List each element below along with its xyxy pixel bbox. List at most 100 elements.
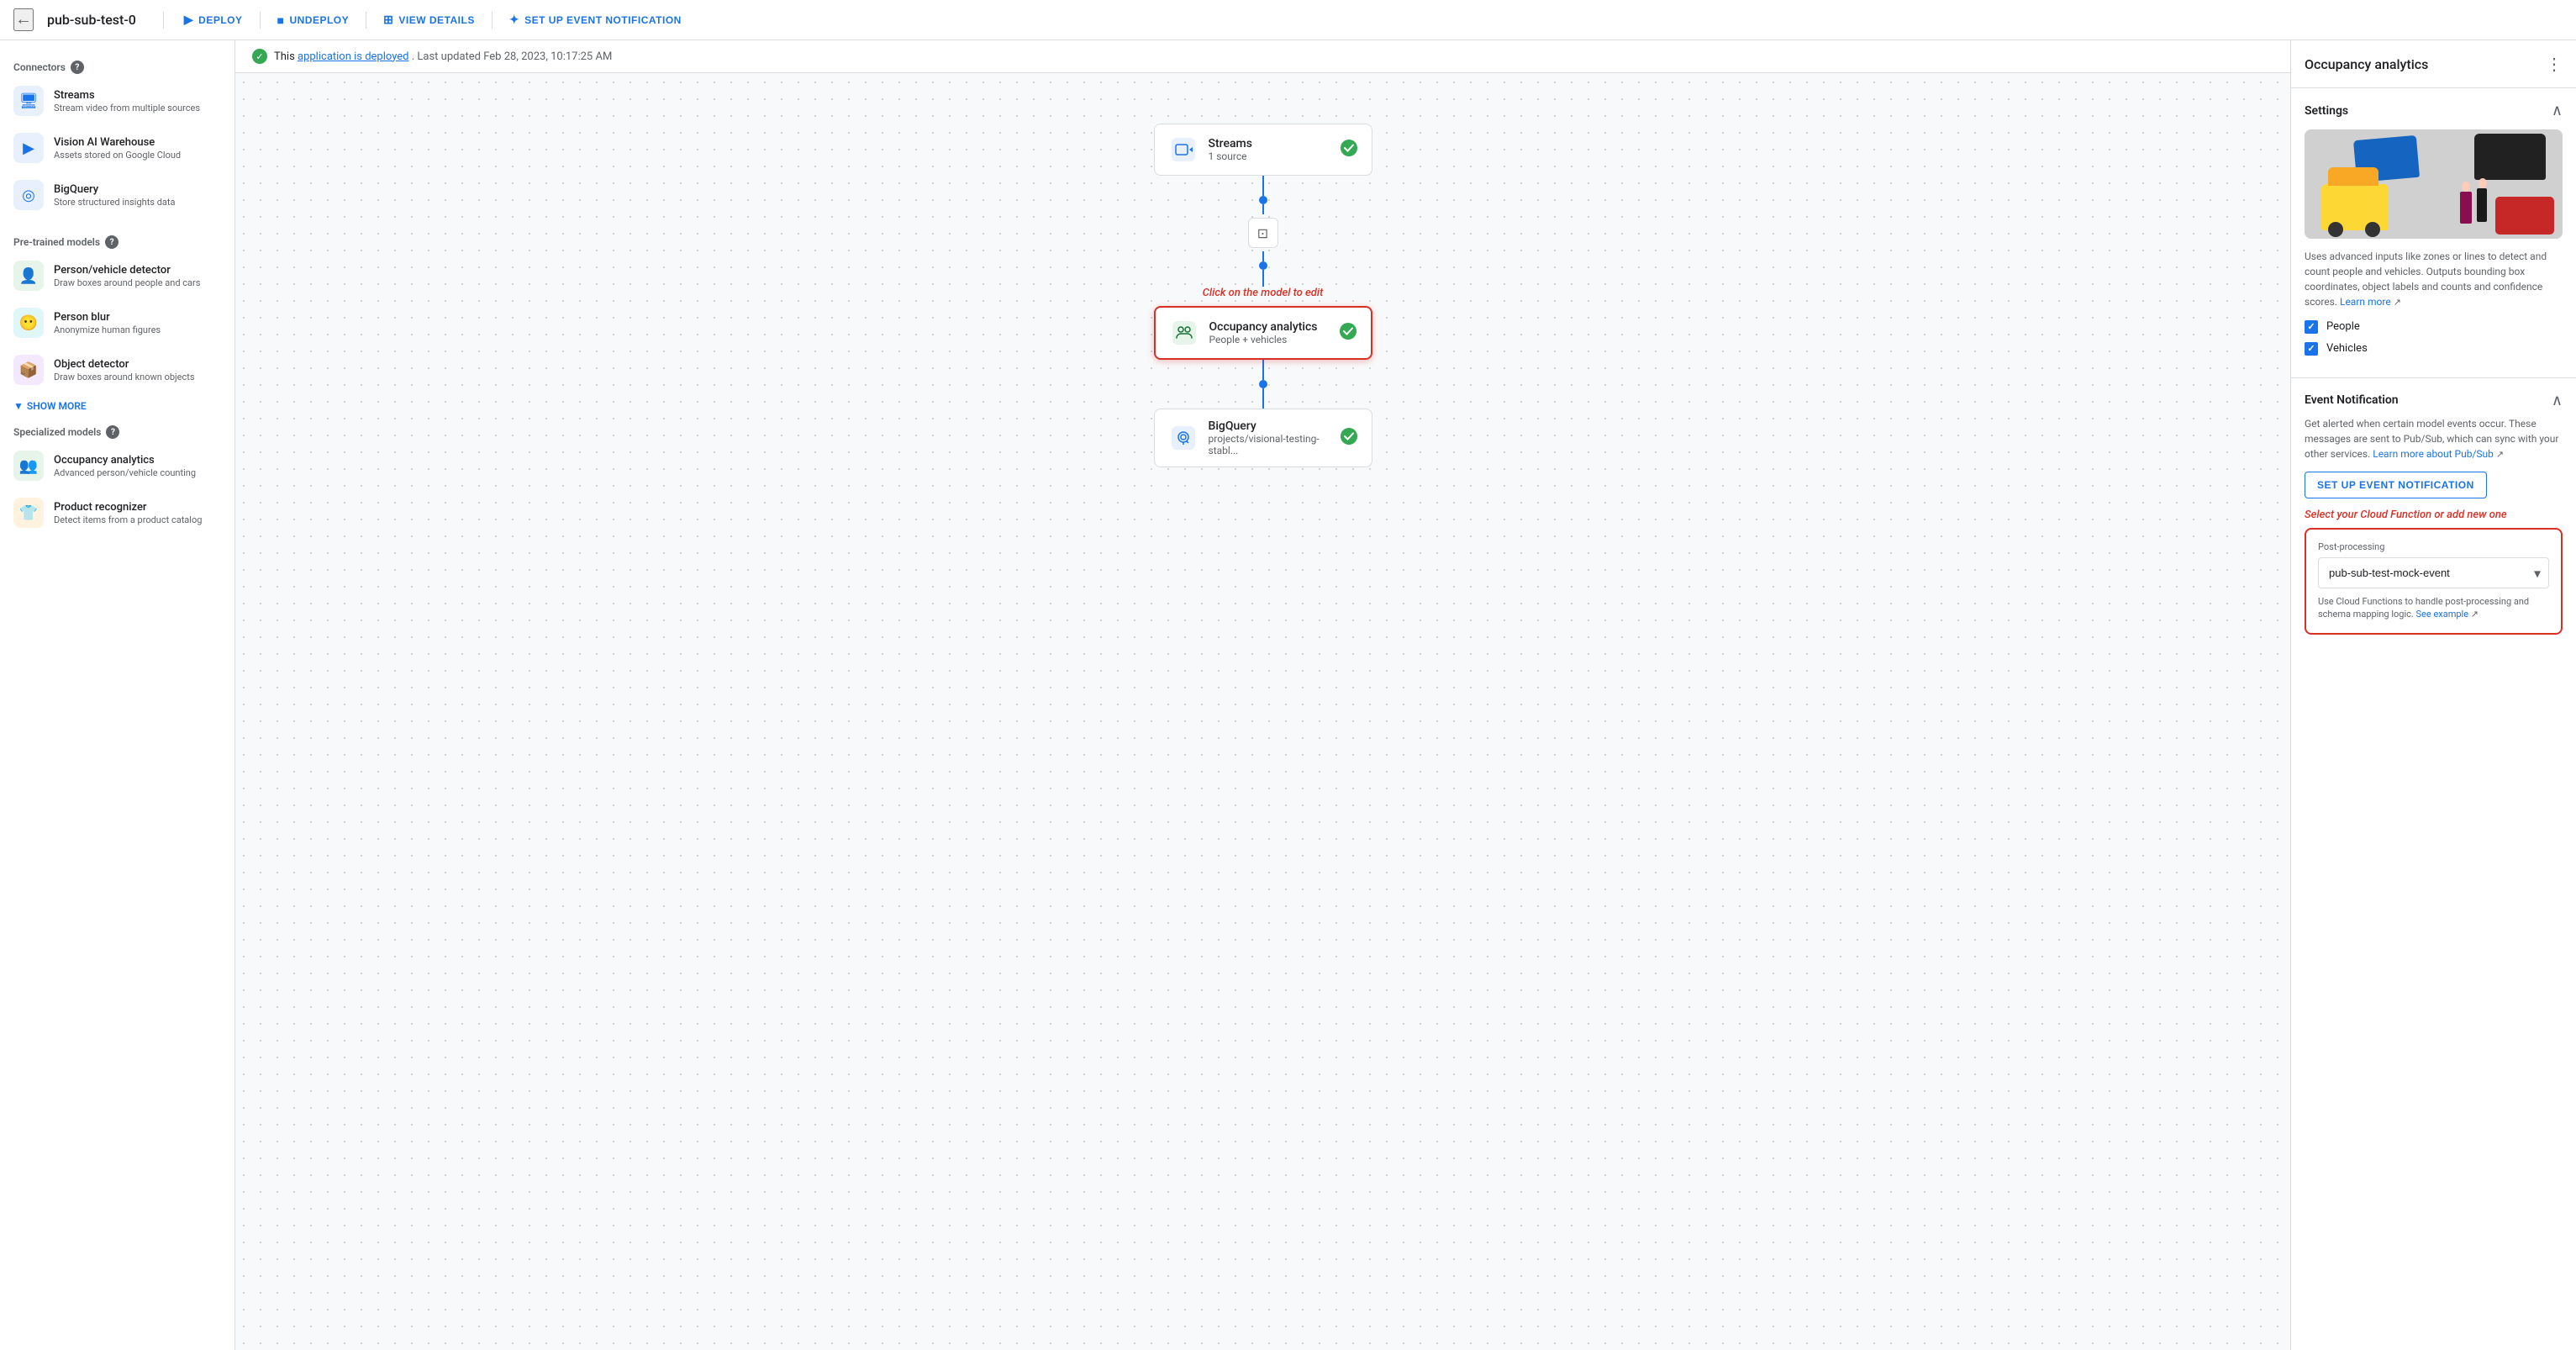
event-section-header: Event Notification ∧ [2305, 392, 2563, 409]
person-vehicle-sub: Draw boxes around people and cars [54, 277, 200, 288]
sidebar-item-occupancy[interactable]: 👥 Occupancy analytics Advanced person/ve… [0, 442, 234, 489]
connector-1: ⊡ [1248, 176, 1278, 287]
bigquery-node-title: BigQuery [1209, 419, 1330, 433]
view-details-button[interactable]: ⊞ VIEW DETAILS [373, 8, 485, 32]
streams-node-check [1340, 139, 1358, 161]
bigquery-title: BigQuery [54, 183, 175, 196]
bigquery-icon: ◎ [13, 180, 44, 210]
event-notification-section: Event Notification ∧ Get alerted when ce… [2291, 378, 2576, 648]
learn-more-link[interactable]: Learn more [2340, 296, 2391, 308]
vehicles-label: Vehicles [2326, 342, 2368, 355]
person-blur-sub: Anonymize human figures [54, 324, 161, 335]
vision-ai-sub: Assets stored on Google Cloud [54, 150, 181, 161]
sidebar-item-vision-ai[interactable]: ▶ Vision AI Warehouse Assets stored on G… [0, 124, 234, 171]
divider-1 [163, 12, 164, 29]
learn-more-pubsub-link[interactable]: Learn more about Pub/Sub [2373, 448, 2494, 460]
bigquery-node-sub: projects/visional-testing-stabl... [1209, 433, 1330, 456]
show-more-button[interactable]: ▼ SHOW MORE [0, 393, 234, 419]
occupancy-sub: Advanced person/vehicle counting [54, 467, 196, 478]
specialized-section-label: Specialized models ? [0, 419, 234, 442]
view-details-icon: ⊞ [383, 13, 393, 27]
sidebar-item-person-blur[interactable]: 😶 Person blur Anonymize human figures [0, 299, 234, 346]
undeploy-icon: ■ [277, 13, 285, 27]
right-panel-title: Occupancy analytics [2305, 56, 2428, 72]
connector-2 [1259, 360, 1267, 409]
see-example-link[interactable]: See example [2416, 609, 2469, 620]
analytics-preview-image [2305, 129, 2563, 239]
line-2 [1262, 204, 1264, 214]
pubsub-external-link-icon: ↗ [2496, 449, 2504, 460]
status-message: This application is deployed . Last upda… [274, 50, 612, 63]
car-yellow-illustration [2321, 184, 2389, 230]
status-bar: ✓ This application is deployed . Last up… [235, 40, 2290, 73]
back-button[interactable]: ← [13, 8, 34, 31]
person-vehicle-title: Person/vehicle detector [54, 264, 200, 277]
dot-2 [1259, 261, 1267, 270]
streams-flow-node[interactable]: Streams 1 source [1154, 124, 1372, 176]
settings-section-header: Settings ∧ [2305, 102, 2563, 119]
connectors-section-label: Connectors ? [0, 54, 234, 77]
deploy-icon: ▶ [184, 13, 193, 27]
undeploy-button[interactable]: ■ UNDEPLOY [267, 8, 360, 32]
vehicles-checkbox-row: ✓ Vehicles [2305, 342, 2563, 356]
analytics-description: Uses advanced inputs like zones or lines… [2305, 249, 2563, 310]
middle-node: ⊡ [1248, 218, 1278, 248]
example-external-link-icon: ↗ [2471, 609, 2479, 620]
cloud-function-text: Use Cloud Functions to handle post-proce… [2318, 595, 2549, 621]
deploy-button[interactable]: ▶ DEPLOY [174, 8, 253, 32]
product-recognizer-title: Product recognizer [54, 501, 202, 514]
app-title: pub-sub-test-0 [47, 12, 136, 28]
sidebar-item-person-vehicle[interactable]: 👤 Person/vehicle detector Draw boxes aro… [0, 252, 234, 299]
event-collapse-btn[interactable]: ∧ [2552, 392, 2563, 409]
occupancy-title: Occupancy analytics [54, 454, 196, 467]
people-checkbox[interactable]: ✓ [2305, 320, 2318, 334]
occupancy-node-icon [1169, 318, 1199, 348]
application-link[interactable]: application is deployed [298, 50, 409, 63]
setup-notification-button-top[interactable]: ✦ SET UP EVENT NOTIFICATION [499, 8, 692, 32]
product-recognizer-icon: 👕 [13, 498, 44, 528]
bigquery-node-icon [1168, 423, 1198, 453]
post-processing-select[interactable]: pub-sub-test-mock-event [2318, 557, 2549, 588]
vehicles-checkbox[interactable]: ✓ [2305, 342, 2318, 356]
pre-trained-help-icon[interactable]: ? [105, 235, 119, 249]
occupancy-node-title: Occupancy analytics [1209, 320, 1318, 334]
occupancy-flow-node[interactable]: Occupancy analytics People + vehicles [1154, 306, 1372, 360]
dot-3 [1259, 380, 1267, 388]
bigquery-flow-node[interactable]: BigQuery projects/visional-testing-stabl… [1154, 409, 1372, 467]
sidebar-item-bigquery[interactable]: ◎ BigQuery Store structured insights dat… [0, 171, 234, 219]
people-check-mark: ✓ [2307, 321, 2315, 332]
deployed-status-icon: ✓ [252, 49, 267, 64]
right-panel-header: Occupancy analytics ⋮ [2291, 40, 2576, 88]
show-more-chevron: ▼ [13, 400, 24, 412]
right-panel-menu-icon[interactable]: ⋮ [2546, 54, 2563, 74]
bigquery-node-check [1340, 427, 1358, 450]
line-3 [1262, 251, 1264, 261]
occupancy-node-check [1339, 322, 1357, 345]
post-processing-select-wrapper: pub-sub-test-mock-event ▾ [2318, 557, 2549, 588]
object-detector-sub: Draw boxes around known objects [54, 372, 195, 382]
right-panel: Occupancy analytics ⋮ Settings ∧ [2290, 40, 2576, 1350]
car-black-illustration [2474, 134, 2546, 180]
streams-icon: 🖥 [13, 86, 44, 116]
specialized-help-icon[interactable]: ? [106, 425, 119, 439]
streams-sub: Stream video from multiple sources [54, 103, 200, 113]
vision-ai-title: Vision AI Warehouse [54, 136, 181, 149]
car-red-illustration [2495, 197, 2554, 235]
divider-4 [492, 12, 493, 29]
people-checkbox-row: ✓ People [2305, 320, 2563, 334]
notification-icon-top: ✦ [509, 13, 519, 27]
connectors-help-icon[interactable]: ? [71, 61, 84, 74]
sidebar-item-product-recognizer[interactable]: 👕 Product recognizer Detect items from a… [0, 489, 234, 536]
setup-event-notification-button[interactable]: SET UP EVENT NOTIFICATION [2305, 472, 2487, 498]
settings-section: Settings ∧ Uses advanced inputs like zon… [2291, 88, 2576, 377]
person-1-illustration [2477, 188, 2487, 222]
person-blur-icon: 😶 [13, 308, 44, 338]
sidebar-item-streams[interactable]: 🖥 Streams Stream video from multiple sou… [0, 77, 234, 124]
sidebar-item-object-detector[interactable]: 📦 Object detector Draw boxes around know… [0, 346, 234, 393]
topbar: ← pub-sub-test-0 ▶ DEPLOY ■ UNDEPLOY ⊞ V… [0, 0, 2576, 40]
line-4 [1262, 270, 1264, 287]
settings-collapse-btn[interactable]: ∧ [2552, 102, 2563, 119]
line-1 [1262, 176, 1264, 196]
vision-ai-icon: ▶ [13, 133, 44, 163]
divider-2 [260, 12, 261, 29]
